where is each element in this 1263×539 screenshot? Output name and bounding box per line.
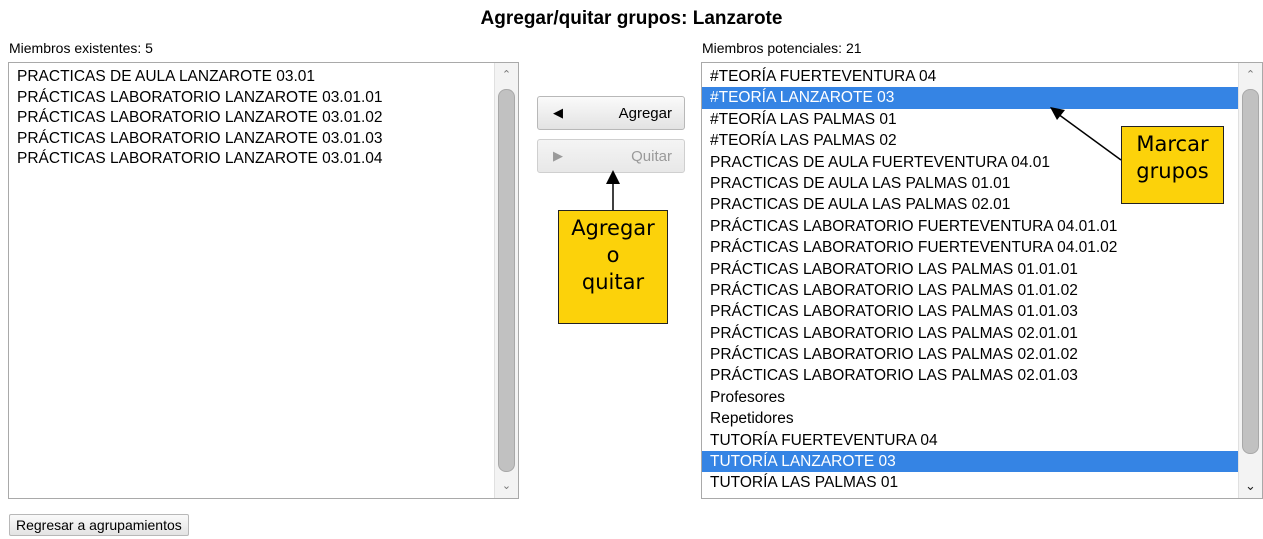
potential-member-item[interactable]: TUTORÍA FUERTEVENTURA 04 xyxy=(702,430,1262,451)
scroll-thumb[interactable] xyxy=(1242,89,1259,454)
existing-member-item[interactable]: PRÁCTICAS LABORATORIO LANZAROTE 03.01.01 xyxy=(9,88,518,109)
potential-member-item[interactable]: PRÁCTICAS LABORATORIO LAS PALMAS 02.01.0… xyxy=(702,323,1262,344)
existing-scrollbar[interactable]: ⌃ ⌄ xyxy=(494,63,518,498)
existing-member-item[interactable]: PRÁCTICAS LABORATORIO LANZAROTE 03.01.04 xyxy=(9,149,518,170)
scroll-thumb[interactable] xyxy=(498,89,515,472)
callout-add-remove: Agregar o quitar xyxy=(558,210,668,324)
existing-members-label: Miembros existentes: 5 xyxy=(9,40,153,56)
callout-line: Marcar xyxy=(1136,132,1209,156)
callout-line: Agregar xyxy=(571,216,655,240)
potential-member-item[interactable]: Profesores xyxy=(702,387,1262,408)
add-button[interactable]: ◀ Agregar xyxy=(537,96,685,130)
existing-member-item[interactable]: PRÁCTICAS LABORATORIO LANZAROTE 03.01.02 xyxy=(9,108,518,129)
scroll-down-icon[interactable]: ⌄ xyxy=(495,476,518,496)
potential-member-item[interactable]: TUTORÍA LANZAROTE 03 xyxy=(702,451,1262,473)
potential-member-item[interactable]: PRÁCTICAS LABORATORIO LAS PALMAS 01.01.0… xyxy=(702,280,1262,301)
potential-member-item[interactable]: PRÁCTICAS LABORATORIO LAS PALMAS 02.01.0… xyxy=(702,344,1262,365)
remove-button[interactable]: ▶ Quitar xyxy=(537,139,685,173)
scroll-down-icon[interactable]: ⌄ xyxy=(1239,476,1262,496)
potential-member-item[interactable]: TUTORÍA LAS PALMAS 01 xyxy=(702,472,1262,493)
potential-scrollbar[interactable]: ⌃ ⌄ xyxy=(1238,63,1262,498)
potential-member-item[interactable]: PRÁCTICAS LABORATORIO FUERTEVENTURA 04.0… xyxy=(702,216,1262,237)
page-title: Agregar/quitar grupos: Lanzarote xyxy=(480,8,783,29)
callout-line: o xyxy=(606,243,620,267)
remove-button-label: Quitar xyxy=(631,147,672,165)
potential-member-item[interactable]: PRÁCTICAS LABORATORIO FUERTEVENTURA 04.0… xyxy=(702,237,1262,258)
existing-members-list[interactable]: PRACTICAS DE AULA LANZAROTE 03.01 PRÁCTIC… xyxy=(8,62,519,499)
existing-member-item[interactable]: PRÁCTICAS LABORATORIO LANZAROTE 03.01.03 xyxy=(9,129,518,150)
potential-member-item[interactable]: Repetidores xyxy=(702,408,1262,429)
callout-line: grupos xyxy=(1136,159,1209,183)
callout-line: quitar xyxy=(581,270,645,294)
existing-member-item[interactable]: PRACTICAS DE AULA LANZAROTE 03.01 xyxy=(9,67,518,88)
callout-mark-groups: Marcar grupos xyxy=(1121,126,1224,204)
potential-member-item[interactable]: PRÁCTICAS LABORATORIO LAS PALMAS 02.01.0… xyxy=(702,365,1262,386)
potential-member-item[interactable]: #TEORÍA FUERTEVENTURA 04 xyxy=(702,66,1262,87)
add-button-label: Agregar xyxy=(618,104,672,122)
back-to-groupings-button[interactable]: Regresar a agrupamientos xyxy=(9,514,189,536)
right-triangle-icon: ▶ xyxy=(553,148,563,163)
potential-member-item[interactable]: #TEORÍA LANZAROTE 03 xyxy=(702,87,1262,109)
scroll-up-icon[interactable]: ⌃ xyxy=(495,65,518,85)
potential-member-item[interactable]: PRÁCTICAS LABORATORIO LAS PALMAS 01.01.0… xyxy=(702,301,1262,322)
left-triangle-icon: ◀ xyxy=(553,105,563,120)
potential-member-item[interactable]: PRÁCTICAS LABORATORIO LAS PALMAS 01.01.0… xyxy=(702,259,1262,280)
potential-members-label: Miembros potenciales: 21 xyxy=(702,40,862,56)
scroll-up-icon[interactable]: ⌃ xyxy=(1239,65,1262,85)
